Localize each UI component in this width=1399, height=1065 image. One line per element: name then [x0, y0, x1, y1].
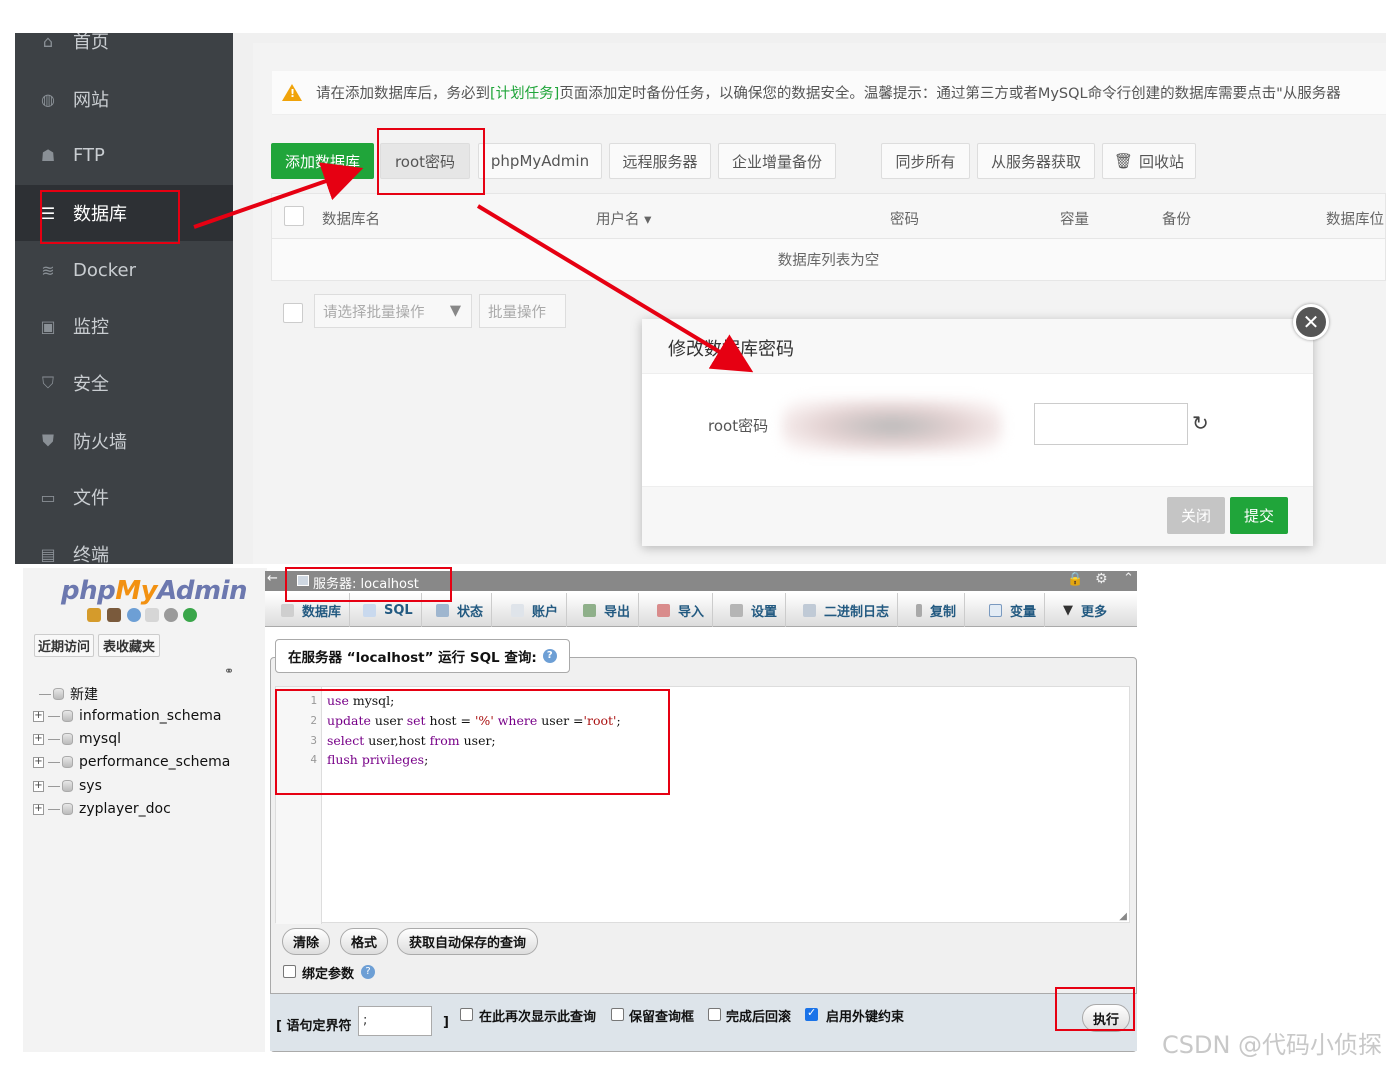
annotation-arrows [193, 162, 754, 373]
arrow-to-root-password [193, 162, 364, 229]
arrow-to-modal [476, 204, 754, 373]
watermark: CSDN @代码小侦探 [1162, 1031, 1383, 1059]
